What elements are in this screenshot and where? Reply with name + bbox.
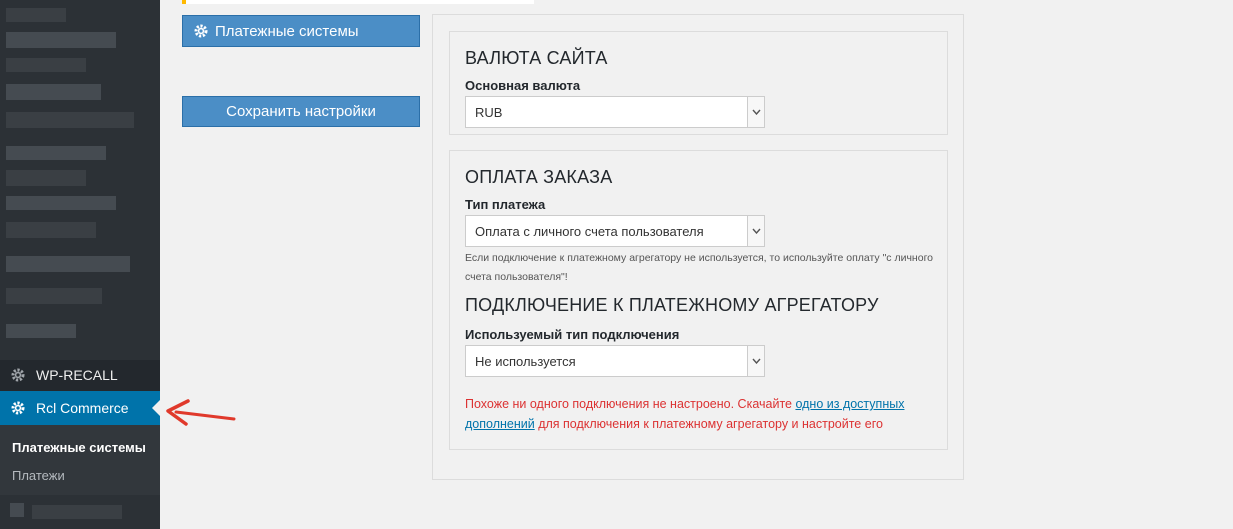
blurred-item — [6, 84, 101, 100]
blurred-item — [6, 170, 86, 186]
menu-item-label: WP-RECALL — [36, 367, 118, 383]
blurred-item — [6, 196, 116, 210]
menu-item-wp-recall[interactable]: WP-RECALL — [0, 358, 160, 392]
blurred-item — [6, 256, 130, 272]
gear-icon — [9, 366, 27, 384]
submenu-item-payments[interactable]: Платежи — [12, 468, 65, 483]
blurred-item — [6, 222, 96, 238]
settings-panel: ВАЛЮТА САЙТА Основная валюта RUB ОПЛАТА … — [432, 14, 964, 480]
payment-box: ОПЛАТА ЗАКАЗА Тип платежа Оплата с лично… — [449, 150, 948, 450]
menu-item-rcl-commerce[interactable]: Rcl Commerce — [0, 391, 160, 425]
currency-select[interactable]: RUB — [465, 96, 765, 128]
select-value: RUB — [475, 104, 503, 120]
field-label: Тип платежа — [465, 197, 546, 212]
blurred-item — [6, 324, 76, 338]
submenu: Платежные системы Платежи — [0, 425, 160, 495]
menu-item-label: Rcl Commerce — [36, 400, 129, 416]
blurred-item — [6, 58, 86, 72]
notice-bar — [182, 0, 534, 4]
blurred-item — [6, 146, 106, 160]
section-title: ОПЛАТА ЗАКАЗА — [465, 167, 613, 187]
blurred-item — [6, 288, 102, 304]
blurred-item — [6, 112, 134, 128]
gear-icon — [9, 399, 27, 417]
connection-type-select[interactable]: Не используется — [465, 345, 765, 377]
select-value: Оплата с личного счета пользователя — [475, 223, 704, 239]
save-settings-button[interactable]: Сохранить настройки — [182, 96, 420, 127]
select-value: Не используется — [475, 353, 576, 369]
tab-payment-systems[interactable]: Платежные системы — [182, 15, 420, 47]
payment-note: Если подключение к платежному агрегатору… — [465, 252, 934, 283]
chevron-down-icon — [747, 216, 764, 246]
warning-text: Похоже ни одного подключения не настроен… — [465, 397, 796, 411]
blurred-item — [10, 503, 24, 517]
blurred-item — [6, 32, 116, 48]
admin-sidebar: WP-RECALL Rcl Commerce Платежные системы… — [0, 0, 160, 529]
section-title: ВАЛЮТА САЙТА — [465, 48, 608, 68]
annotation-arrow-icon — [166, 399, 236, 426]
field-label: Используемый тип подключения — [465, 327, 680, 342]
tab-label: Платежные системы — [215, 22, 359, 40]
gear-icon — [193, 23, 209, 39]
currency-box: ВАЛЮТА САЙТА Основная валюта RUB — [449, 31, 948, 135]
submenu-item-payment-systems[interactable]: Платежные системы — [12, 440, 146, 455]
chevron-down-icon — [747, 346, 764, 376]
warning-text: для подключения к платежному агрегатору … — [534, 417, 883, 431]
payment-type-select[interactable]: Оплата с личного счета пользователя — [465, 215, 765, 247]
section-title: ПОДКЛЮЧЕНИЕ К ПЛАТЕЖНОМУ АГРЕГАТОРУ — [465, 295, 879, 315]
blurred-item — [32, 505, 122, 519]
blurred-item — [6, 8, 66, 22]
field-label: Основная валюта — [465, 78, 581, 93]
warning-message: Похоже ни одного подключения не настроен… — [465, 394, 935, 434]
chevron-down-icon — [747, 97, 764, 127]
